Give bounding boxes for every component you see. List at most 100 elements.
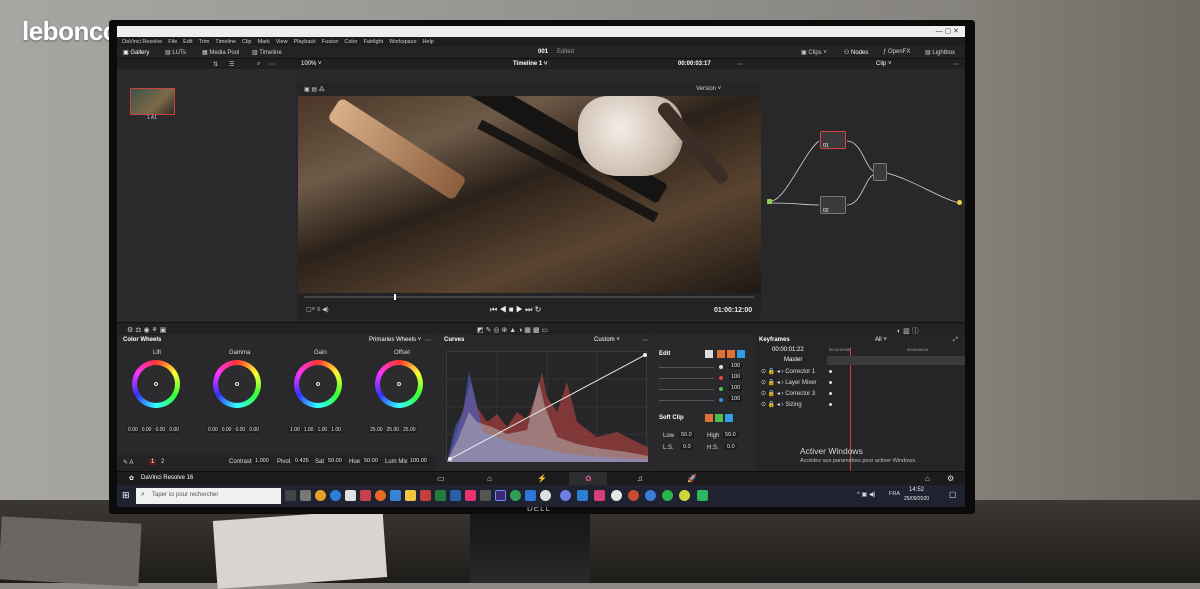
menu-item-trim[interactable]: Trim bbox=[199, 39, 210, 45]
page-1-button[interactable]: 1 bbox=[149, 459, 156, 465]
scrubber-track[interactable] bbox=[304, 296, 754, 298]
menu-item-workspace[interactable]: Workspace bbox=[389, 39, 416, 45]
keyframe-dot[interactable] bbox=[829, 370, 832, 373]
windows-start-icon[interactable]: ⊞ bbox=[122, 490, 130, 501]
media-pool-button[interactable]: ▦ Media Pool bbox=[202, 49, 239, 56]
excel-icon[interactable] bbox=[435, 490, 446, 501]
keyframe-dot[interactable] bbox=[829, 403, 832, 406]
sort-icon[interactable]: ⇅ bbox=[213, 61, 218, 68]
picker-icon[interactable]: ✎ A bbox=[123, 459, 133, 466]
gamma-r-value[interactable]: 0.00 bbox=[221, 427, 233, 433]
curves-options-icon[interactable]: ⋯ bbox=[642, 337, 648, 344]
more-icon[interactable]: ⋯ bbox=[269, 61, 275, 68]
page-fairlight-icon[interactable]: ♫ bbox=[637, 474, 643, 483]
keyframes-filter[interactable]: All ˅ bbox=[875, 337, 887, 343]
timeline-button[interactable]: ▥ Timeline bbox=[252, 49, 282, 56]
softclip-r-button[interactable] bbox=[705, 414, 713, 422]
channel-r-button[interactable] bbox=[717, 350, 725, 358]
app-icon[interactable] bbox=[577, 490, 588, 501]
search-icon[interactable]: ⌕ bbox=[257, 61, 260, 68]
ls-value[interactable]: 0.0 bbox=[681, 444, 693, 450]
language-indicator[interactable]: FRA bbox=[889, 491, 900, 497]
hs-value[interactable]: 0.0 bbox=[725, 444, 737, 450]
curves-mode-selector[interactable]: Custom ˅ bbox=[594, 337, 620, 343]
notifications-icon[interactable]: ▢ bbox=[949, 490, 957, 499]
gain-wheel[interactable] bbox=[294, 360, 342, 408]
lift-wheel[interactable] bbox=[132, 360, 180, 408]
low-value[interactable]: 50.0 bbox=[679, 432, 694, 438]
menu-item-playback[interactable]: Playback bbox=[294, 39, 316, 45]
offset-r-value[interactable]: 25.00 bbox=[369, 427, 384, 433]
y-value[interactable]: 100 bbox=[729, 363, 742, 369]
clips-button[interactable]: ▣ Clips ˅ bbox=[801, 49, 827, 56]
store-icon[interactable] bbox=[345, 490, 356, 501]
window-controls[interactable]: — ▢ ✕ bbox=[936, 27, 959, 35]
taskbar-search[interactable]: ⌕ Taper ici pour rechercher bbox=[136, 488, 281, 504]
timeline-selector[interactable]: Timeline 1 ˅ bbox=[513, 61, 547, 67]
app-icon[interactable] bbox=[645, 490, 656, 501]
lift-y-value[interactable]: 0.00 bbox=[127, 427, 139, 433]
gamma-b-value[interactable]: 0.00 bbox=[248, 427, 260, 433]
gamma-g-value[interactable]: 0.00 bbox=[234, 427, 246, 433]
playback-controls[interactable]: ⏮ ◀ ■ ▶ ⏭ ↻ bbox=[490, 305, 541, 315]
track-master[interactable]: Master bbox=[784, 357, 802, 363]
firefox-icon[interactable] bbox=[375, 490, 386, 501]
g-value[interactable]: 100 bbox=[729, 385, 742, 391]
softclip-b-button[interactable] bbox=[725, 414, 733, 422]
zoom-selector[interactable]: 100% ˅ bbox=[301, 61, 322, 67]
lum-mix-value[interactable]: 100.00 bbox=[408, 458, 429, 464]
layer-mixer-node[interactable] bbox=[873, 163, 887, 181]
gain-y-value[interactable]: 1.00 bbox=[289, 427, 301, 433]
app-icon[interactable] bbox=[420, 490, 431, 501]
app-icon[interactable] bbox=[697, 490, 708, 501]
home-icon[interactable]: ⌂ bbox=[925, 474, 930, 483]
page-deliver-icon[interactable]: 🚀 bbox=[687, 474, 697, 483]
gamma-wheel[interactable] bbox=[213, 360, 261, 408]
channel-g-button[interactable] bbox=[727, 350, 735, 358]
app-icon[interactable] bbox=[510, 490, 521, 501]
chrome-icon[interactable] bbox=[315, 490, 326, 501]
viewer-mode-icon[interactable]: ▣ ▤ ⁂ bbox=[304, 86, 325, 93]
app-icon[interactable] bbox=[611, 490, 622, 501]
offset-values[interactable]: 25.00 25.00 25.00 bbox=[369, 427, 417, 433]
g-slider[interactable] bbox=[659, 389, 714, 390]
gain-r-value[interactable]: 1.00 bbox=[303, 427, 315, 433]
app-icon[interactable] bbox=[679, 490, 690, 501]
lift-g-value[interactable]: 0.00 bbox=[154, 427, 166, 433]
wheels-mode-selector[interactable]: Primaries Wheels ˅ bbox=[369, 337, 421, 343]
page-edit-icon[interactable]: ⌂ bbox=[487, 474, 492, 483]
whatsapp-icon[interactable] bbox=[662, 490, 673, 501]
playhead[interactable] bbox=[394, 294, 396, 300]
track-corrector-1[interactable]: ⊙ 🔒 ◂ › Corrector 1 bbox=[761, 368, 815, 375]
menu-item-mark[interactable]: Mark bbox=[258, 39, 270, 45]
track-corrector-3[interactable]: ⊙ 🔒 ◂ › Corrector 3 bbox=[761, 390, 815, 397]
menu-item-help[interactable]: Help bbox=[423, 39, 434, 45]
gain-b-value[interactable]: 1.00 bbox=[330, 427, 342, 433]
lift-r-value[interactable]: 0.00 bbox=[141, 427, 153, 433]
app-icon[interactable] bbox=[594, 490, 605, 501]
menu-item-view[interactable]: View bbox=[276, 39, 288, 45]
tray-icons[interactable]: ^ ▣ ◀) bbox=[857, 491, 875, 498]
channel-y-button[interactable] bbox=[705, 350, 713, 358]
list-view-icon[interactable]: ☰ bbox=[229, 61, 234, 68]
page-media-icon[interactable]: ▭ bbox=[437, 474, 445, 483]
offset-b-value[interactable]: 25.00 bbox=[402, 427, 417, 433]
nodes-button[interactable]: ⚇ Nodes bbox=[844, 49, 868, 56]
menu-item-edit[interactable]: Edit bbox=[183, 39, 192, 45]
pivot-value[interactable]: 0.435 bbox=[293, 458, 311, 464]
keyframes-expand-icon[interactable]: ⤢ bbox=[953, 337, 958, 344]
viewer-layout-icon[interactable]: ▢˅ ≡ ◀) bbox=[306, 306, 329, 313]
softclip-g-button[interactable] bbox=[715, 414, 723, 422]
app-icon[interactable] bbox=[465, 490, 476, 501]
track-sizing[interactable]: ⊙ 🔒 ◂ › Sizing bbox=[761, 401, 802, 408]
app-icon[interactable] bbox=[360, 490, 371, 501]
offset-wheel[interactable] bbox=[375, 360, 423, 408]
keyframe-dot[interactable] bbox=[829, 381, 832, 384]
r-value[interactable]: 100 bbox=[729, 374, 742, 380]
version-selector[interactable]: Version ˅ bbox=[696, 86, 721, 92]
viewer-options-icon[interactable]: ⋯ bbox=[737, 61, 743, 68]
r-slider[interactable] bbox=[659, 378, 714, 379]
y-slider[interactable] bbox=[659, 367, 714, 368]
menu-item-file[interactable]: File bbox=[168, 39, 177, 45]
video-viewer[interactable] bbox=[298, 96, 761, 293]
